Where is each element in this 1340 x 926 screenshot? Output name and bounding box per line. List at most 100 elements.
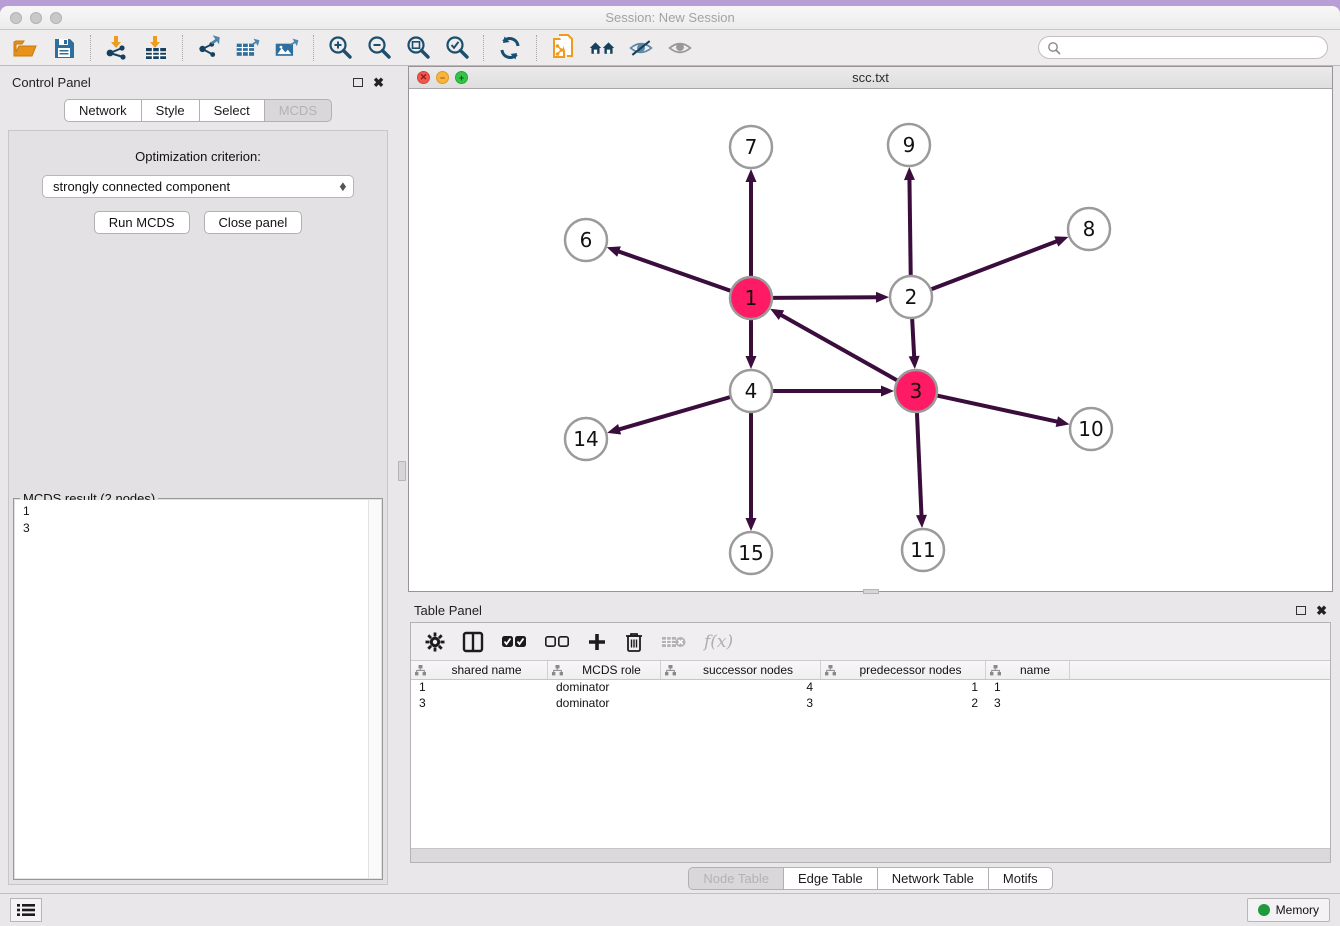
task-history-button[interactable]	[10, 898, 42, 922]
edge-arrowhead	[876, 292, 889, 303]
network-zoom-button[interactable]: +	[455, 71, 468, 84]
column-header-predecessor-nodes[interactable]: predecessor nodes	[821, 661, 986, 679]
import-network-icon[interactable]	[104, 35, 130, 61]
select-all-icon[interactable]	[501, 635, 527, 649]
table-cell[interactable]: dominator	[548, 680, 661, 696]
table-header-row: shared nameMCDS rolesuccessor nodesprede…	[411, 661, 1330, 680]
table-toolbar: f(x)	[411, 623, 1330, 661]
column-type-icon	[990, 665, 1001, 676]
mcds-result-textarea[interactable]: 1 3	[15, 500, 381, 878]
edge-2-8[interactable]	[931, 240, 1059, 289]
zoom-in-icon[interactable]	[327, 35, 353, 61]
column-header-successor-nodes[interactable]: successor nodes	[661, 661, 821, 679]
open-file-icon[interactable]	[12, 35, 38, 61]
zoom-window-button[interactable]	[50, 12, 62, 24]
table-cell[interactable]: 3	[411, 696, 548, 712]
table-row[interactable]: 3dominator323	[411, 696, 1330, 712]
float-table-panel-icon[interactable]	[1296, 606, 1306, 615]
edge-4-14[interactable]	[617, 397, 731, 430]
function-builder-icon[interactable]: f(x)	[704, 632, 733, 652]
edge-2-3[interactable]	[912, 318, 914, 359]
result-scrollbar[interactable]	[368, 500, 381, 878]
zoom-out-icon[interactable]	[366, 35, 392, 61]
run-mcds-button[interactable]: Run MCDS	[94, 211, 190, 234]
delete-table-icon[interactable]	[661, 634, 687, 650]
table-cell[interactable]: 3	[661, 696, 821, 712]
edge-3-1[interactable]	[779, 314, 898, 381]
table-cell[interactable]: 1	[821, 680, 986, 696]
table-tab-motifs[interactable]: Motifs	[989, 867, 1053, 890]
memory-button[interactable]: Memory	[1247, 898, 1330, 922]
close-table-panel-icon[interactable]: ✖	[1316, 604, 1327, 617]
first-neighbors-icon[interactable]	[550, 35, 576, 61]
close-panel-button[interactable]: Close panel	[204, 211, 303, 234]
tab-select[interactable]: Select	[200, 99, 265, 122]
tab-style[interactable]: Style	[142, 99, 200, 122]
criterion-select[interactable]: strongly connected component ▲▼	[42, 175, 354, 198]
edge-1-6[interactable]	[616, 251, 731, 291]
graph-node-label: 8	[1083, 217, 1096, 241]
edge-1-2[interactable]	[772, 297, 879, 298]
graph-node-label: 4	[745, 379, 758, 403]
table-cell[interactable]: 1	[411, 680, 548, 696]
window-controls	[10, 6, 62, 29]
delete-column-icon[interactable]	[624, 631, 644, 653]
edge-3-10[interactable]	[937, 395, 1060, 422]
gear-icon[interactable]	[425, 632, 445, 652]
import-table-icon[interactable]	[143, 35, 169, 61]
zoom-selected-icon[interactable]	[444, 35, 470, 61]
table-cell[interactable]: 1	[986, 680, 1070, 696]
minimize-window-button[interactable]	[30, 12, 42, 24]
table-tab-edge-table[interactable]: Edge Table	[784, 867, 878, 890]
table-tab-node-table[interactable]: Node Table	[688, 867, 784, 890]
tab-network[interactable]: Network	[64, 99, 142, 122]
table-cell[interactable]: dominator	[548, 696, 661, 712]
network-close-button[interactable]: ✕	[417, 71, 430, 84]
status-bar: Memory	[0, 893, 1340, 926]
table-cell[interactable]: 3	[986, 696, 1070, 712]
close-window-button[interactable]	[10, 12, 22, 24]
zoom-fit-icon[interactable]	[405, 35, 431, 61]
export-table-icon[interactable]	[235, 35, 261, 61]
column-header-shared-name[interactable]: shared name	[411, 661, 548, 679]
search-input[interactable]	[1066, 41, 1319, 55]
table-empty-area	[411, 712, 1330, 848]
table-cell[interactable]: 4	[661, 680, 821, 696]
edge-arrowhead	[916, 515, 927, 528]
network-canvas[interactable]: 7968124314101511	[409, 89, 1332, 591]
table-tab-network-table[interactable]: Network Table	[878, 867, 989, 890]
splitter-handle[interactable]	[398, 461, 406, 481]
column-header-MCDS-role[interactable]: MCDS role	[548, 661, 661, 679]
refresh-icon[interactable]	[497, 35, 523, 61]
export-network-icon[interactable]	[196, 35, 222, 61]
column-header-name[interactable]: name	[986, 661, 1070, 679]
edge-2-9[interactable]	[909, 177, 910, 276]
network-minimize-button[interactable]: −	[436, 71, 449, 84]
add-column-icon[interactable]	[587, 632, 607, 652]
export-image-icon[interactable]	[274, 35, 300, 61]
show-hidden-icon[interactable]	[667, 35, 693, 61]
memory-label: Memory	[1276, 903, 1319, 917]
deselect-all-icon[interactable]	[544, 635, 570, 649]
edge-arrowhead	[746, 356, 757, 369]
hide-selected-icon[interactable]	[628, 35, 654, 61]
columns-icon[interactable]	[462, 631, 484, 653]
control-panel-title: Control Panel	[12, 75, 91, 90]
vertical-splitter[interactable]	[396, 66, 408, 893]
save-session-icon[interactable]	[51, 35, 77, 61]
table-row[interactable]: 1dominator411	[411, 680, 1330, 696]
show-all-icon[interactable]	[589, 35, 615, 61]
search-field[interactable]	[1038, 36, 1328, 59]
column-type-icon	[552, 665, 563, 676]
edge-3-11[interactable]	[917, 412, 922, 518]
application-window: Session: New Session	[0, 6, 1340, 926]
main-toolbar	[0, 30, 1340, 66]
float-panel-icon[interactable]	[353, 78, 363, 87]
network-splitter-handle[interactable]	[863, 589, 879, 594]
tab-mcds[interactable]: MCDS	[265, 99, 332, 122]
control-panel-header: Control Panel ✖	[0, 70, 396, 94]
table-cell[interactable]: 2	[821, 696, 986, 712]
close-panel-icon[interactable]: ✖	[373, 76, 384, 89]
edge-arrowhead	[607, 246, 621, 256]
network-graph[interactable]: 7968124314101511	[409, 89, 1332, 591]
